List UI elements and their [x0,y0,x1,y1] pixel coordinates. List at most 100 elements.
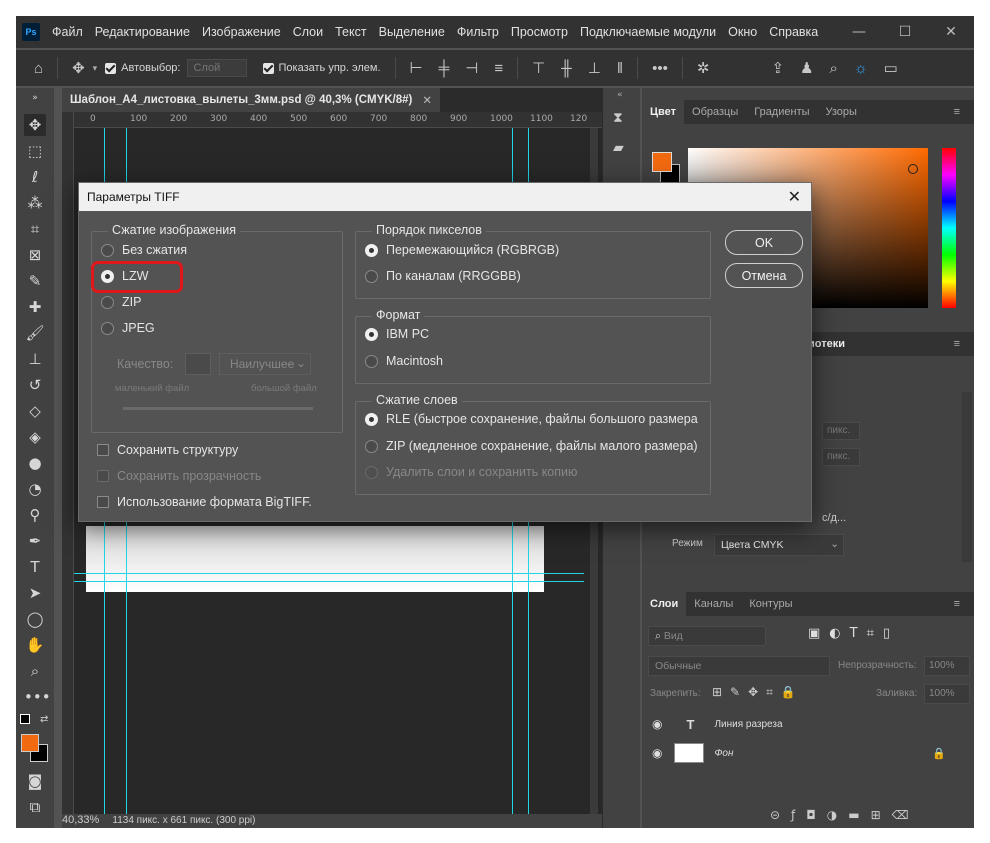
eye-icon[interactable]: ◉ [652,717,662,731]
pixel-order-per-channel-option[interactable]: По каналам (RRGGBB) [365,269,521,283]
frame-tool-icon[interactable]: ⊠ [24,244,46,266]
properties-scrollbar[interactable] [962,392,972,562]
home-icon[interactable]: ⌂ [34,60,43,77]
more-options-icon[interactable]: ••• [652,60,668,77]
layer-row[interactable]: ◉ Фон 🔒 [642,738,960,768]
layer-filter-icons[interactable]: ▣◐T⌗▯ [808,626,899,641]
checkbox[interactable] [97,444,109,456]
width-unit-field[interactable]: пикс. [822,422,860,440]
ok-button[interactable]: OK [725,230,803,255]
paint-bucket-icon[interactable]: ◈ [24,426,46,448]
tab-swatches[interactable]: Образцы [684,100,746,124]
move-tool-icon[interactable]: ✥ [72,59,85,77]
zoom-tool-icon[interactable]: ⌕ [24,660,46,682]
align-top-icon[interactable]: ⊤ [532,59,545,77]
mode-select[interactable]: Цвета CMYK ⌄ [714,534,844,556]
hue-slider[interactable] [942,148,956,308]
discover-lightbulb-icon[interactable]: ☼ [854,60,868,77]
3d-mode-icon[interactable]: ✲ [697,59,710,77]
menu-layers[interactable]: Слои [287,25,329,39]
workspace-icon[interactable]: ▭ [884,59,898,77]
layer-filter-select[interactable]: ⌕ Вид [648,626,766,646]
color-picker-marker[interactable] [908,164,918,174]
compression-none-option[interactable]: Без сжатия [101,243,187,257]
compression-zip-option[interactable]: ZIP [101,295,141,309]
chevron-down-icon[interactable]: ▾ [93,63,98,74]
format-macintosh-option[interactable]: Macintosh [365,354,443,368]
quick-mask-icon[interactable]: ◙ [24,770,46,792]
type-tool-icon[interactable]: T [24,556,46,578]
foreground-color-swatch[interactable] [652,152,672,172]
quality-select[interactable]: Наилучшее ⌄ [219,353,311,375]
menu-edit[interactable]: Редактирование [89,25,196,39]
brush-tool-icon[interactable]: 🖌 [24,322,46,344]
radio-button[interactable] [101,295,114,309]
dodge-tool-icon[interactable]: ◔ [24,478,46,500]
edit-toolbar-icon[interactable]: ••• [24,686,51,708]
distribute-icon[interactable]: ‖ [617,60,623,77]
align-right-icon[interactable]: ⊣ [465,59,478,77]
radio-button[interactable] [365,412,378,426]
blend-mode-select[interactable]: Обычные [648,656,830,676]
save-structure-checkbox[interactable]: Сохранить структуру [97,443,238,457]
tab-color[interactable]: Цвет [642,100,685,124]
tab-gradients[interactable]: Градиенты [746,100,817,124]
align-vcenter-icon[interactable]: ╫ [561,60,572,77]
panel-menu-icon[interactable]: ≡ [946,592,968,616]
pixel-order-interleaved-option[interactable]: Перемежающийся (RGBRGB) [365,243,559,257]
maximize-button[interactable]: ☐ [882,24,928,40]
notifications-icon[interactable]: ♟ [800,59,813,77]
eyedropper-tool-icon[interactable]: ✎ [24,270,46,292]
layer-compression-zip-option[interactable]: ZIP (медленное сохранение, файлы малого … [365,439,698,453]
radio-button[interactable] [365,439,378,453]
collapse-panels-icon[interactable]: « [617,90,623,100]
autoselect-checkbox[interactable] [105,62,117,74]
close-tab-icon[interactable]: ✕ [422,93,432,107]
tab-channels[interactable]: Каналы [686,592,741,616]
history-icon[interactable]: ⧗ [613,110,623,126]
menu-plugins[interactable]: Подключаемые модули [574,25,722,39]
quality-value-field[interactable] [185,353,211,375]
checkbox[interactable] [97,496,109,508]
foreground-color-swatch[interactable] [21,734,39,752]
path-select-icon[interactable]: ➤ [24,582,46,604]
bigtiff-checkbox[interactable]: Использование формата BigTIFF. [97,495,312,509]
menu-filter[interactable]: Фильтр [451,25,505,39]
menu-image[interactable]: Изображение [196,25,287,39]
cancel-button[interactable]: Отмена [725,263,803,288]
opacity-field[interactable]: 100% [924,656,970,676]
ellipse-tool-icon[interactable]: ◯ [24,608,46,630]
zoom-level[interactable]: 40,33% [62,814,99,826]
default-colors-icon[interactable] [20,714,30,724]
menu-file[interactable]: Файл [46,25,89,39]
comments-icon[interactable]: ▰ [613,140,624,156]
photoshop-logo-icon[interactable]: Ps [22,23,40,41]
hand-tool-icon[interactable]: ✋ [24,634,46,656]
tab-patterns[interactable]: Узоры [818,100,865,124]
search-icon[interactable]: ⌕ [829,60,837,77]
eye-icon[interactable]: ◉ [652,746,662,760]
quality-slider[interactable] [123,407,313,410]
minimize-button[interactable]: — [836,24,882,40]
align-middle-icon[interactable]: ≡ [494,60,503,77]
align-left-icon[interactable]: ⊢ [410,59,423,77]
radio-button[interactable] [365,269,378,283]
blur-tool-icon[interactable]: ● [24,452,46,474]
share-icon[interactable]: ⇪ [771,59,784,77]
format-ibm-pc-option[interactable]: IBM PC [365,327,429,341]
menu-type[interactable]: Текст [329,25,372,39]
marquee-tool-icon[interactable]: ⬚ [24,140,46,162]
radio-button[interactable] [365,354,378,368]
radio-button[interactable] [365,327,378,341]
swap-colors-icon[interactable]: ⇄ [40,714,48,725]
collapse-toolbar-icon[interactable]: » [24,92,46,104]
radio-button[interactable] [101,243,114,257]
menu-view[interactable]: Просмотр [505,25,574,39]
menu-select[interactable]: Выделение [373,25,451,39]
screen-mode-icon[interactable]: ⧉ [24,796,46,818]
panel-menu-icon[interactable]: ≡ [946,332,968,356]
crop-tool-icon[interactable]: ⌗ [24,218,46,240]
tab-paths[interactable]: Контуры [741,592,800,616]
eraser-tool-icon[interactable]: ◇ [24,400,46,422]
document-tab[interactable]: Шаблон_А4_листовка_вылеты_3мм.psd @ 40,3… [62,88,441,112]
